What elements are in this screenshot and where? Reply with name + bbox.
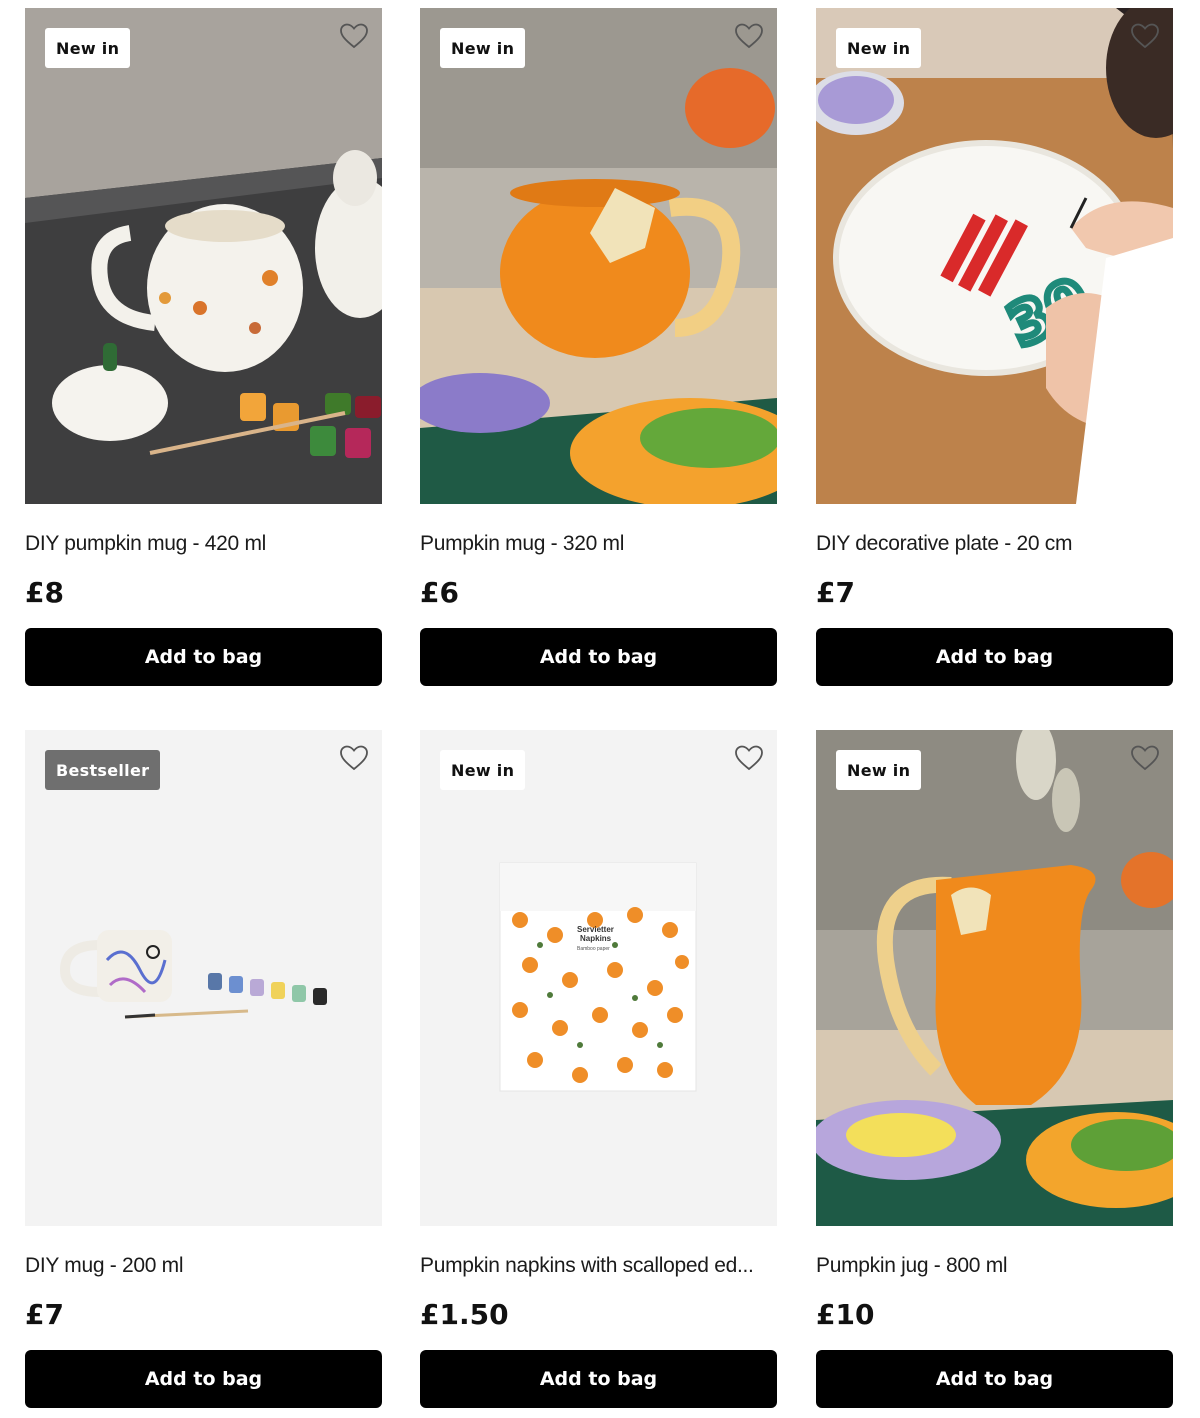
- product-name[interactable]: DIY mug - 200 ml: [25, 1254, 382, 1284]
- heart-outline-icon[interactable]: [734, 22, 764, 50]
- product-price: £6: [420, 576, 459, 609]
- product-card[interactable]: New in Pumpkin jug - 800 ml £10 Add to b…: [816, 730, 1173, 1408]
- product-name[interactable]: Pumpkin mug - 320 ml: [420, 532, 777, 562]
- product-card[interactable]: New in Pumpkin mug - 320 ml £6 Add to ba…: [420, 8, 777, 686]
- napkin-pack-label-3: Bamboo paper: [577, 946, 610, 952]
- product-photo-diy-mug: [25, 730, 382, 1226]
- product-name[interactable]: DIY pumpkin mug - 420 ml: [25, 532, 382, 562]
- add-to-bag-button[interactable]: Add to bag: [816, 1350, 1173, 1408]
- product-price: £7: [25, 1298, 64, 1331]
- product-image[interactable]: Bestseller: [25, 730, 382, 1226]
- badge-new-in: New in: [836, 750, 922, 790]
- product-card[interactable]: Servietter Napkins Bamboo paper New in P…: [420, 730, 777, 1408]
- product-image[interactable]: Servietter Napkins Bamboo paper New in: [420, 730, 777, 1226]
- badge-new-in: New in: [45, 28, 131, 68]
- product-name[interactable]: Pumpkin napkins with scalloped ed...: [420, 1254, 777, 1284]
- product-image[interactable]: New in: [25, 8, 382, 504]
- product-card[interactable]: New in DIY pumpkin mug - 420 ml £8 Add t…: [25, 8, 382, 686]
- product-card[interactable]: Bestseller DIY mug - 200 ml £7 Add to ba…: [25, 730, 382, 1408]
- product-photo-decorative-plate: 30: [816, 8, 1173, 504]
- add-to-bag-button[interactable]: Add to bag: [420, 1350, 777, 1408]
- product-photo-pumpkin-napkins: Servietter Napkins Bamboo paper: [420, 730, 777, 1226]
- product-photo-pumpkin-mug: [420, 8, 777, 504]
- badge-new-in: New in: [440, 750, 526, 790]
- add-to-bag-button[interactable]: Add to bag: [25, 1350, 382, 1408]
- product-price: £10: [816, 1298, 875, 1331]
- add-to-bag-button[interactable]: Add to bag: [816, 628, 1173, 686]
- heart-outline-icon[interactable]: [1130, 22, 1160, 50]
- heart-outline-icon[interactable]: [734, 744, 764, 772]
- napkin-pack-label-1: Servietter: [577, 925, 614, 934]
- napkin-pack-label-2: Napkins: [580, 934, 612, 943]
- product-price: £7: [816, 576, 855, 609]
- product-name[interactable]: Pumpkin jug - 800 ml: [816, 1254, 1173, 1284]
- add-to-bag-button[interactable]: Add to bag: [25, 628, 382, 686]
- product-image[interactable]: New in: [816, 730, 1173, 1226]
- product-card[interactable]: 30 New in DIY decorative plate - 20 cm £…: [816, 8, 1173, 686]
- badge-bestseller: Bestseller: [45, 750, 161, 790]
- add-to-bag-button[interactable]: Add to bag: [420, 628, 777, 686]
- heart-outline-icon[interactable]: [1130, 744, 1160, 772]
- heart-outline-icon[interactable]: [339, 744, 369, 772]
- heart-outline-icon[interactable]: [339, 22, 369, 50]
- badge-new-in: New in: [836, 28, 922, 68]
- badge-new-in: New in: [440, 28, 526, 68]
- product-image[interactable]: 30 New in: [816, 8, 1173, 504]
- product-photo-pumpkin-jug: [816, 730, 1173, 1226]
- product-name[interactable]: DIY decorative plate - 20 cm: [816, 532, 1173, 562]
- product-price: £1.50: [420, 1298, 509, 1331]
- product-price: £8: [25, 576, 64, 609]
- product-image[interactable]: New in: [420, 8, 777, 504]
- product-photo-diy-pumpkin-mug: [25, 8, 382, 504]
